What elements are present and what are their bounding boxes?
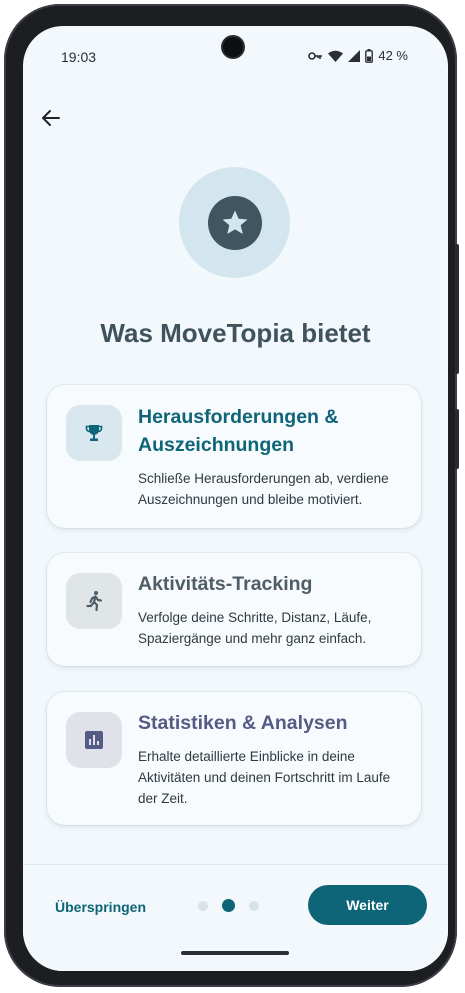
trophy-icon bbox=[66, 405, 122, 461]
home-indicator[interactable] bbox=[181, 951, 289, 955]
status-time: 19:03 bbox=[61, 49, 97, 65]
running-icon bbox=[66, 573, 122, 629]
page-dot-active bbox=[222, 899, 235, 912]
onboarding-footer: Überspringen Weiter bbox=[23, 865, 448, 971]
camera-cutout bbox=[223, 37, 243, 57]
skip-button[interactable]: Überspringen bbox=[55, 899, 146, 915]
bar-chart-icon bbox=[66, 712, 122, 768]
feature-description: Verfolge deine Schritte, Distanz, Läufe,… bbox=[138, 610, 372, 646]
page-indicator bbox=[198, 899, 259, 912]
wifi-icon bbox=[328, 50, 344, 62]
page-title: Was MoveTopia bietet bbox=[100, 318, 371, 348]
feature-card-statistics: Statistiken & Analysen Erhalte detaillie… bbox=[47, 692, 421, 825]
signal-icon bbox=[348, 49, 361, 62]
volume-button bbox=[455, 244, 459, 374]
next-button[interactable]: Weiter bbox=[308, 885, 427, 925]
star-icon bbox=[207, 195, 262, 250]
feature-title: Statistiken & Analysen bbox=[138, 712, 348, 734]
battery-percent: 42 % bbox=[378, 48, 408, 63]
vpn-key-icon bbox=[308, 51, 323, 60]
power-button bbox=[455, 409, 459, 469]
battery-icon bbox=[365, 48, 374, 63]
status-bar: 19:03 42 % bbox=[23, 26, 448, 82]
arrow-left-icon[interactable] bbox=[39, 106, 63, 130]
hero-badge bbox=[179, 167, 290, 278]
feature-card-tracking: Aktivitäts-Tracking Verfolge deine Schri… bbox=[47, 553, 421, 666]
feature-title: Herausforderungen & Auszeichnungen bbox=[138, 406, 339, 456]
feature-title: Aktivitäts-Tracking bbox=[138, 573, 313, 595]
page-dot bbox=[198, 900, 208, 911]
app-screen: 19:03 42 % Was MoveTopia bietet Herausfo… bbox=[23, 26, 448, 971]
feature-description: Erhalte detaillierte Einblicke in deine … bbox=[138, 749, 391, 806]
feature-card-challenges: Herausforderungen & Auszeichnungen Schli… bbox=[47, 385, 421, 528]
status-icons: 42 % bbox=[308, 48, 408, 63]
phone-frame: 19:03 42 % Was MoveTopia bietet Herausfo… bbox=[4, 4, 459, 987]
page-dot bbox=[249, 900, 259, 911]
feature-description: Schließe Herausforderungen ab, verdiene … bbox=[138, 471, 389, 507]
